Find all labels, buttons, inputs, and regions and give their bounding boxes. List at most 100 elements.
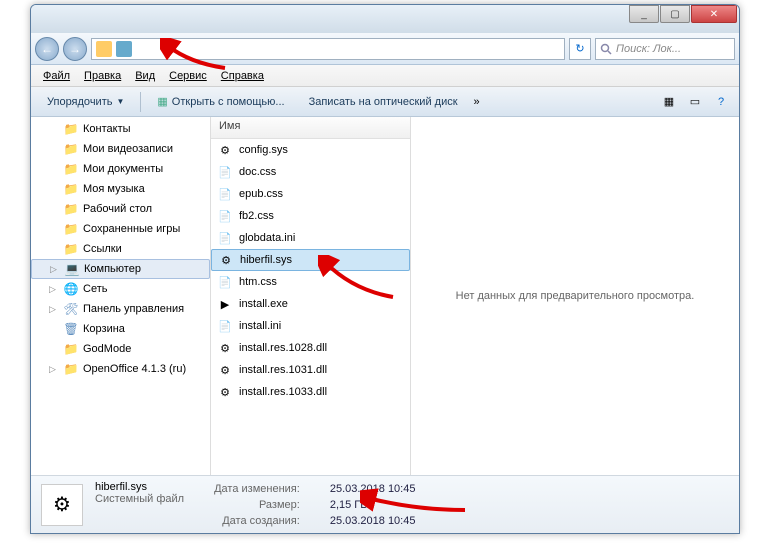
open-with-button[interactable]: ▦Открыть с помощью... [149,92,292,111]
tree-item[interactable]: ▷ 🌐 Сеть [31,279,210,299]
tree-item[interactable]: ▷ 💻 Компьютер [31,259,210,279]
back-button[interactable]: ← [35,37,59,61]
navigation-tree[interactable]: 📁Контакты📁Мои видеозаписи📁Мои документы📁… [31,117,211,475]
navigation-bar: ← → ↻ Поиск: Лок... [31,33,739,65]
file-item[interactable]: 📄 fb2.css [211,205,410,227]
menu-tools[interactable]: Сервис [163,68,213,84]
computer-icon [96,41,112,57]
tree-item[interactable]: 📁Ссылки [31,239,210,259]
file-name: doc.css [239,166,276,178]
file-item[interactable]: ⚙install.res.1028.dll [211,337,410,359]
expand-icon[interactable]: ▷ [49,304,59,315]
sys-icon: ⚙ [217,142,233,158]
preview-pane-button[interactable]: ▭ [685,92,705,112]
tree-item[interactable]: ▷🛠Панель управления [31,299,210,319]
sys-icon: ⚙ [218,252,234,268]
help-button[interactable]: ? [711,92,731,112]
search-input[interactable]: Поиск: Лок... [595,38,735,60]
network-icon: 🌐 [63,281,79,297]
file-item[interactable]: ⚙ hiberfil.sys [211,249,410,271]
titlebar: _ ▢ ✕ [31,5,739,33]
file-item[interactable]: 📄epub.css [211,183,410,205]
tree-item[interactable]: 📁Мои документы [31,159,210,179]
tree-item[interactable]: 📁Рабочий стол [31,199,210,219]
search-icon [600,43,612,55]
tree-item[interactable]: 📁Сохраненные игры [31,219,210,239]
content-area: 📁Контакты📁Мои видеозаписи📁Мои документы📁… [31,117,739,475]
preview-pane: Нет данных для предварительного просмотр… [411,117,739,475]
tree-item[interactable]: 🗑Корзина [31,319,210,339]
file-item[interactable]: 📄 doc.css [211,161,410,183]
file-name: install.res.1031.dll [239,364,327,376]
command-bar: Упорядочить▼ ▦Открыть с помощью... Запис… [31,87,739,117]
tree-item[interactable]: 📁GodMode [31,339,210,359]
computer-icon: 💻 [64,261,80,277]
minimize-button[interactable]: _ [629,5,659,23]
maximize-button[interactable]: ▢ [660,5,690,23]
tree-item-label: Компьютер [84,263,141,275]
folder-icon: 📁 [63,221,79,237]
burn-button[interactable]: Записать на оптический диск [301,93,466,111]
file-name: htm.css [239,276,277,288]
dll-icon: ⚙ [217,384,233,400]
details-created: 25.03.2018 10:45 [330,513,416,529]
organize-button[interactable]: Упорядочить▼ [39,93,132,111]
css-icon: 📄 [217,164,233,180]
menu-help[interactable]: Справка [215,68,270,84]
tree-item-label: OpenOffice 4.1.3 (ru) [83,363,186,375]
tree-item[interactable]: ▷ 📁 OpenOffice 4.1.3 (ru) [31,359,210,379]
tree-item[interactable]: 📁Моя музыка [31,179,210,199]
menu-file[interactable]: Файл [37,68,76,84]
file-item[interactable]: ⚙config.sys [211,139,410,161]
file-item[interactable]: 📄 htm.css [211,271,410,293]
file-item[interactable]: ▶install.exe [211,293,410,315]
view-button[interactable]: ▦ [659,92,679,112]
details-labels: Дата изменения: Размер: Дата создания: [214,481,300,529]
folder-icon: 📁 [63,161,79,177]
file-item[interactable]: ⚙ install.res.1031.dll [211,359,410,381]
file-item[interactable]: 📄 globdata.ini [211,227,410,249]
expand-icon[interactable]: ▷ [50,264,60,275]
folder-icon: 📁 [63,141,79,157]
tree-item-label: Сеть [83,283,107,295]
tree-item[interactable]: 📁 Контакты [31,119,210,139]
column-header-name[interactable]: Имя [211,117,410,139]
details-values: 25.03.2018 10:45 2,15 ГБ 25.03.2018 10:4… [330,481,416,529]
chevron-down-icon: ▼ [116,97,124,106]
expand-icon[interactable]: ▷ [49,364,59,375]
menu-bar: Файл Правка Вид Сервис Справка [31,65,739,87]
window-buttons: _ ▢ ✕ [629,5,737,23]
file-name: install.res.1033.dll [239,386,327,398]
ini-icon: 📄 [217,230,233,246]
file-item[interactable]: ⚙ install.res.1033.dll [211,381,410,403]
menu-view[interactable]: Вид [129,68,161,84]
css-icon: 📄 [217,274,233,290]
details-pane: ⚙ hiberfil.sys Системный файл Дата измен… [31,475,739,533]
address-bar[interactable] [91,38,565,60]
file-name: hiberfil.sys [240,254,292,266]
folder-icon: 📁 [63,201,79,217]
expand-icon[interactable]: ▷ [49,284,59,295]
search-placeholder: Поиск: Лок... [616,43,681,55]
tree-item[interactable]: 📁Мои видеозаписи [31,139,210,159]
close-button[interactable]: ✕ [691,5,737,23]
css-icon: 📄 [217,208,233,224]
separator [140,92,141,112]
file-item[interactable]: 📄install.ini [211,315,410,337]
tree-item-label: Контакты [83,123,131,135]
file-name: globdata.ini [239,232,295,244]
folder-icon: 📁 [63,361,79,377]
menu-edit[interactable]: Правка [78,68,127,84]
preview-empty-text: Нет данных для предварительного просмотр… [456,290,695,302]
details-size: 2,15 ГБ [330,497,416,513]
file-list[interactable]: Имя ⚙config.sys 📄 doc.css 📄epub.css 📄 fb2.css… [211,117,411,475]
forward-button[interactable]: → [63,37,87,61]
file-list-body: ⚙config.sys 📄 doc.css 📄epub.css 📄 fb2.css 📄 glo… [211,139,410,403]
refresh-button[interactable]: ↻ [569,38,591,60]
folder-icon: 📁 [63,121,79,137]
tree-item-label: GodMode [83,343,131,355]
overflow-icon[interactable]: » [474,96,480,108]
details-filename: hiberfil.sys [95,481,184,493]
dll-icon: ⚙ [217,362,233,378]
file-name: fb2.css [239,210,274,222]
